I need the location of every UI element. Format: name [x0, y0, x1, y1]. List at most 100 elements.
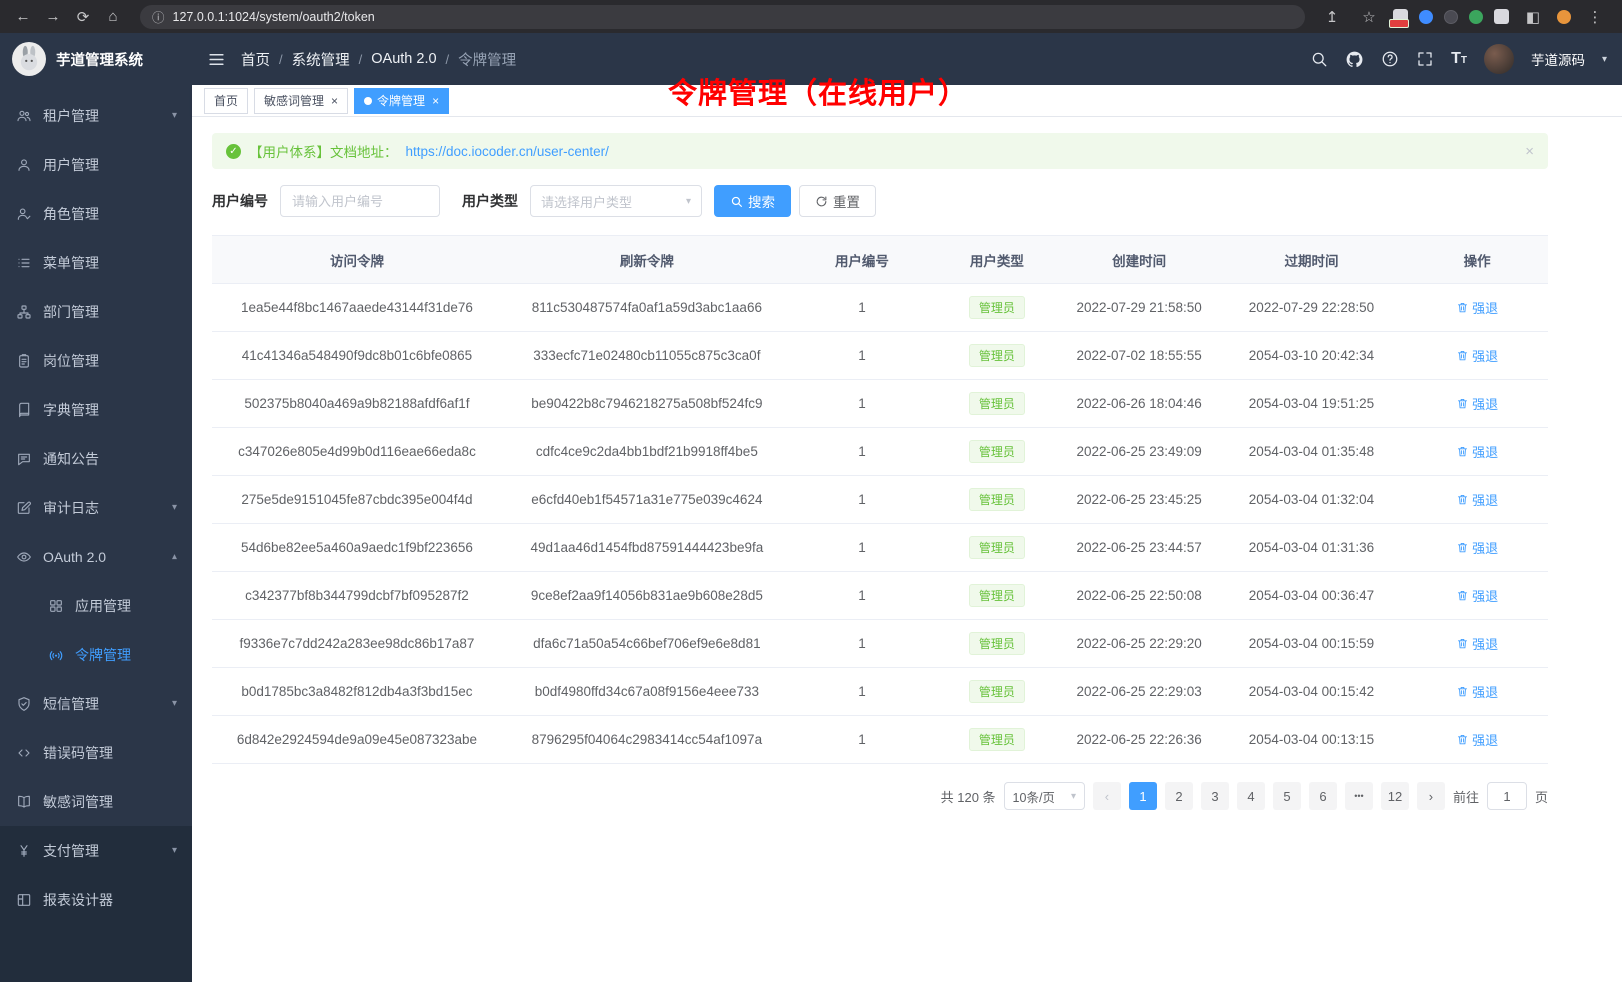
page-info-icon[interactable]: ⓘ: [152, 7, 165, 26]
reset-button[interactable]: 重置: [799, 185, 876, 217]
more-icon[interactable]: ⋮: [1582, 5, 1608, 29]
username[interactable]: 芋道源码: [1531, 49, 1585, 69]
search-button[interactable]: 搜索: [714, 185, 791, 217]
page-button-5[interactable]: 5: [1273, 782, 1301, 810]
page-button-4[interactable]: 4: [1237, 782, 1265, 810]
force-logout-button[interactable]: 强退: [1456, 586, 1498, 605]
profile-icon[interactable]: [1557, 10, 1571, 24]
sidebar-panel-icon[interactable]: ◧: [1520, 5, 1546, 29]
access-token-cell: 275e5de9151045fe87cbdc395e004f4d: [212, 476, 502, 524]
pagination: 共 120 条 10条/页 ▾ ‹ 123456•••12 › 前往 页: [212, 782, 1548, 810]
page-ellipsis-button[interactable]: •••: [1345, 782, 1373, 810]
force-logout-button[interactable]: 强退: [1456, 634, 1498, 653]
home-icon[interactable]: ⌂: [100, 5, 126, 29]
sidebar-item-oauth[interactable]: OAuth 2.0▾: [0, 532, 192, 581]
hamburger-icon[interactable]: [207, 50, 226, 69]
page-button-6[interactable]: 6: [1309, 782, 1337, 810]
page-size-select[interactable]: 10条/页 ▾: [1004, 782, 1085, 810]
force-logout-button[interactable]: 强退: [1456, 394, 1498, 413]
sidebar-item-sensitive[interactable]: 敏感词管理: [0, 777, 192, 826]
sidebar-item-menu[interactable]: 菜单管理: [0, 238, 192, 287]
reload-icon[interactable]: ⟳: [70, 5, 96, 29]
sidebar-item-pay[interactable]: 支付管理▾: [0, 826, 192, 875]
select-caret-icon: ▾: [686, 196, 691, 207]
user-dropdown-caret-icon[interactable]: ▾: [1602, 54, 1607, 65]
bookmark-icon[interactable]: ☆: [1356, 5, 1382, 29]
extension-badged-icon[interactable]: [1393, 9, 1408, 24]
back-icon[interactable]: ←: [10, 5, 36, 29]
extension-dark-icon[interactable]: [1444, 10, 1458, 24]
force-logout-button[interactable]: 强退: [1456, 490, 1498, 509]
refresh-token-cell: e6cfd40eb1f54571a31e775e039c4624: [502, 476, 792, 524]
sidebar-item-user[interactable]: 用户管理: [0, 140, 192, 189]
delete-icon: [1456, 349, 1469, 362]
breadcrumb-item[interactable]: 系统管理: [292, 49, 350, 70]
sidebar-item-post[interactable]: 岗位管理: [0, 336, 192, 385]
tab-label: 令牌管理: [377, 92, 425, 109]
force-logout-button[interactable]: 强退: [1456, 730, 1498, 749]
user-type-badge: 管理员: [969, 488, 1025, 511]
app-window: 芋道管理系统 租户管理▾用户管理角色管理菜单管理部门管理岗位管理字典管理通知公告…: [0, 33, 1622, 982]
user-type-select[interactable]: 请选择用户类型 ▾: [530, 185, 702, 217]
user-avatar[interactable]: [1484, 44, 1514, 74]
table-row: b0d1785bc3a8482f812db4a3f3bd15ecb0df4980…: [212, 668, 1548, 716]
force-logout-button[interactable]: 强退: [1456, 298, 1498, 317]
log-icon: [15, 500, 33, 516]
help-icon[interactable]: [1381, 50, 1399, 68]
table-row: 41c41346a548490f9dc8b01c6bfe0865333ecfc7…: [212, 332, 1548, 380]
sidebar-item-app[interactable]: 应用管理: [0, 581, 192, 630]
tab-1[interactable]: 敏感词管理×: [254, 88, 348, 114]
refresh-token-cell: dfa6c71a50a54c66bef706ef9e6e8d81: [502, 620, 792, 668]
user-type-badge: 管理员: [969, 296, 1025, 319]
tab-close-icon[interactable]: ×: [331, 94, 338, 108]
tab-0[interactable]: 首页: [204, 88, 248, 114]
access-token-cell: c347026e805e4d99b0d116eae66eda8c: [212, 428, 502, 476]
next-page-button[interactable]: ›: [1417, 782, 1445, 810]
force-logout-button[interactable]: 强退: [1456, 442, 1498, 461]
breadcrumb-item[interactable]: OAuth 2.0: [371, 51, 436, 67]
address-bar[interactable]: ⓘ 127.0.0.1:1024/system/oauth2/token: [140, 5, 1305, 29]
sidebar-item-dept[interactable]: 部门管理: [0, 287, 192, 336]
page-button-12[interactable]: 12: [1381, 782, 1409, 810]
sidebar-item-dict[interactable]: 字典管理: [0, 385, 192, 434]
extension-puzzle-icon[interactable]: [1494, 9, 1509, 24]
sidebar-item-sms[interactable]: 短信管理▾: [0, 679, 192, 728]
sidebar-item-role[interactable]: 角色管理: [0, 189, 192, 238]
search-icon[interactable]: [1310, 50, 1328, 68]
force-logout-button[interactable]: 强退: [1456, 682, 1498, 701]
delete-icon: [1456, 397, 1469, 410]
extension-blue-icon[interactable]: [1419, 10, 1433, 24]
extension-green-icon[interactable]: [1469, 10, 1483, 24]
sidebar-item-label: 通知公告: [43, 449, 99, 469]
refresh-token-cell: 9ce8ef2aa9f14056b831ae9b608e28d5: [502, 572, 792, 620]
fullscreen-icon[interactable]: [1416, 50, 1434, 68]
app-logo[interactable]: 芋道管理系统: [0, 33, 192, 85]
sidebar-item-token[interactable]: 令牌管理: [0, 630, 192, 679]
page-button-1[interactable]: 1: [1129, 782, 1157, 810]
search-icon: [730, 195, 743, 208]
tab-2[interactable]: 令牌管理 ×: [354, 88, 449, 114]
user-id-input[interactable]: [280, 185, 440, 217]
share-icon[interactable]: ↥: [1319, 5, 1345, 29]
force-logout-button[interactable]: 强退: [1456, 538, 1498, 557]
breadcrumb-item[interactable]: 首页: [241, 49, 270, 70]
sidebar-item-log[interactable]: 审计日志▾: [0, 483, 192, 532]
alert-close-icon[interactable]: ×: [1525, 143, 1534, 160]
goto-page-input[interactable]: [1487, 782, 1527, 810]
sidebar-item-notice[interactable]: 通知公告: [0, 434, 192, 483]
force-logout-button[interactable]: 强退: [1456, 346, 1498, 365]
sidebar-item-report[interactable]: 报表设计器: [0, 875, 192, 924]
github-icon[interactable]: [1345, 50, 1364, 69]
sidebar-item-errcode[interactable]: 错误码管理: [0, 728, 192, 777]
page-button-3[interactable]: 3: [1201, 782, 1229, 810]
refresh-token-cell: be90422b8c7946218275a508bf524fc9: [502, 380, 792, 428]
prev-page-button[interactable]: ‹: [1093, 782, 1121, 810]
page-button-2[interactable]: 2: [1165, 782, 1193, 810]
alert-doc-link[interactable]: https://doc.iocoder.cn/user-center/: [406, 144, 609, 159]
forward-icon[interactable]: →: [40, 5, 66, 29]
tab-close-icon[interactable]: ×: [432, 94, 439, 108]
sidebar-item-tenant[interactable]: 租户管理▾: [0, 91, 192, 140]
fontsize-icon[interactable]: TT: [1451, 51, 1467, 67]
column-header: 刷新令牌: [502, 236, 792, 284]
app-icon: [47, 598, 65, 614]
